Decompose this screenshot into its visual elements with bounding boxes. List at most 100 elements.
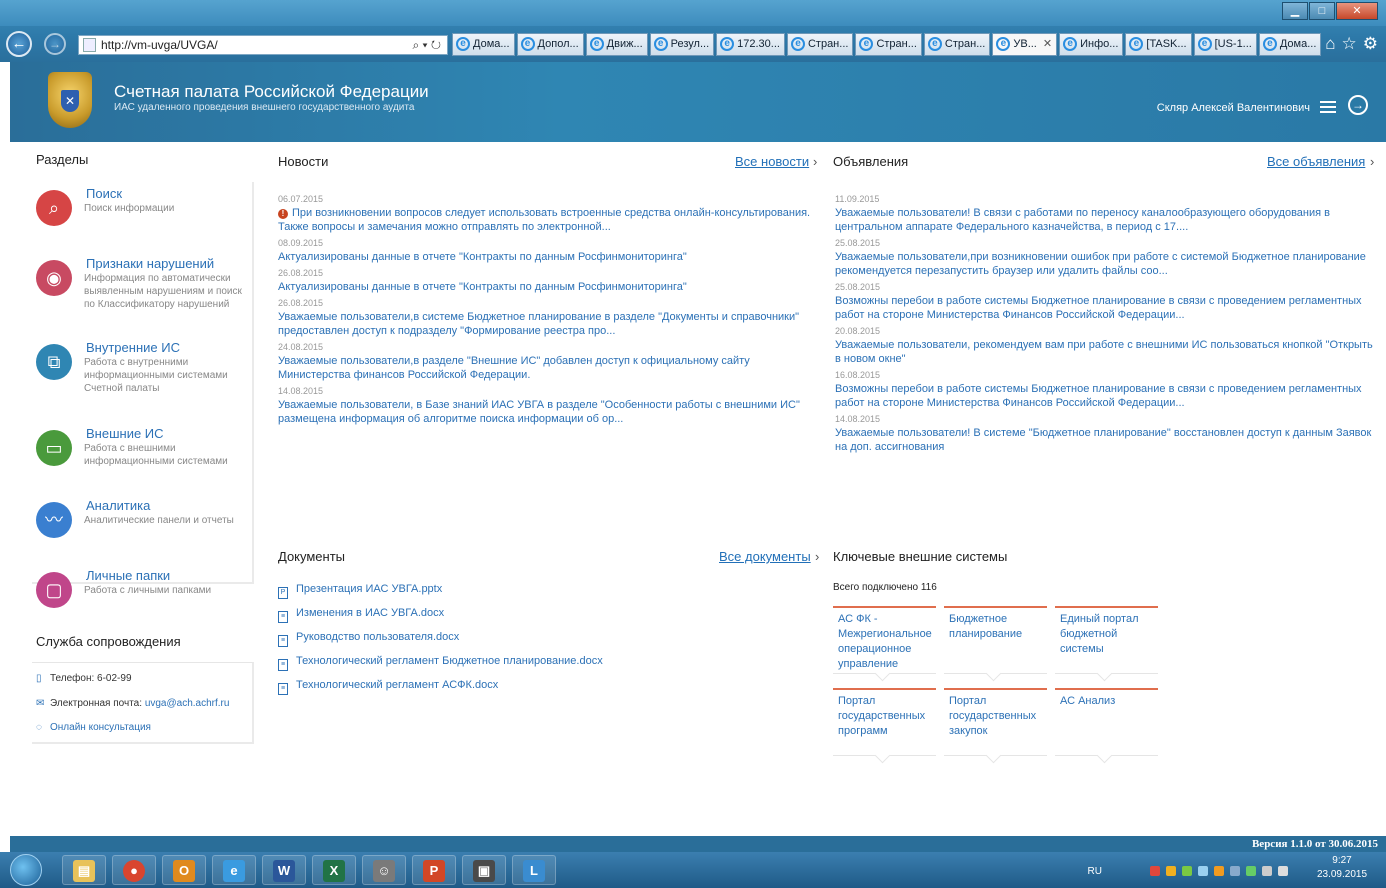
- announcement-item[interactable]: Возможны перебои в работе системы Бюджет…: [835, 294, 1380, 322]
- lync-taskbar-icon[interactable]: L: [512, 855, 556, 885]
- tray-icon[interactable]: [1150, 866, 1160, 876]
- announcement-item[interactable]: Уважаемые пользователи, рекомендуем вам …: [835, 338, 1380, 366]
- email-link[interactable]: uvga@ach.achrf.ru: [145, 698, 230, 709]
- browser-tab[interactable]: e 172.30...: [716, 33, 785, 56]
- excel-taskbar-icon[interactable]: X: [312, 855, 356, 885]
- explorer-taskbar-icon[interactable]: ▤: [62, 855, 106, 885]
- ie-icon: e: [1197, 37, 1212, 51]
- browser-tab[interactable]: e Стран...: [786, 33, 854, 56]
- user-name[interactable]: Скляр Алексей Валентинович: [1157, 102, 1310, 114]
- document-link[interactable]: ≡ Технологический регламент АСФК.docx: [278, 679, 498, 695]
- sidebar-item-title[interactable]: Поиск: [86, 186, 122, 201]
- close-tab-icon[interactable]: ✕: [1043, 38, 1052, 50]
- minimize-button[interactable]: ▁: [1282, 2, 1308, 20]
- news-item[interactable]: Актуализированы данные в отчете "Контрак…: [278, 280, 813, 294]
- item-date: 08.09.2015: [278, 238, 324, 248]
- sidebar-item-title[interactable]: Признаки нарушений: [86, 256, 214, 271]
- all-documents-link[interactable]: Все документы: [719, 549, 811, 564]
- news-item[interactable]: Актуализированы данные в отчете "Контрак…: [278, 250, 813, 264]
- tray-icon[interactable]: [1166, 866, 1176, 876]
- browser-tab[interactable]: e Резул...: [649, 33, 715, 56]
- browser-tab[interactable]: e [TASK...: [1125, 33, 1192, 56]
- ie-icon: e: [859, 37, 874, 51]
- system-tile[interactable]: АС Анализ: [1055, 688, 1158, 756]
- system-tile[interactable]: Бюджетное планирование: [944, 606, 1047, 674]
- all-announcements-link[interactable]: Все объявления: [1267, 154, 1365, 169]
- tray-icon[interactable]: [1246, 866, 1256, 876]
- volume-icon[interactable]: [1278, 866, 1288, 876]
- page-icon: [83, 38, 96, 52]
- menu-icon[interactable]: [1320, 98, 1336, 114]
- app-taskbar-icon[interactable]: ☺: [362, 855, 406, 885]
- announcement-item[interactable]: Возможны перебои в работе системы Бюджет…: [835, 382, 1380, 410]
- browser-tab[interactable]: e Дома...: [1258, 33, 1322, 56]
- browser-tab[interactable]: e Допол...: [516, 33, 584, 56]
- sidebar-item-title[interactable]: Внутренние ИС: [86, 340, 180, 355]
- system-tile[interactable]: Портал государственных программ: [833, 688, 936, 756]
- window-titlebar: ▁ □ ✕: [0, 0, 1386, 26]
- browser-tab[interactable]: e УВ... ✕: [992, 33, 1058, 56]
- system-tile[interactable]: Единый портал бюджетной системы: [1055, 606, 1158, 674]
- item-date: 06.07.2015: [278, 194, 324, 204]
- news-item[interactable]: Уважаемые пользователи,в разделе "Внешни…: [278, 354, 813, 382]
- address-bar[interactable]: http://vm-uvga/UVGA/ ⌕ ▾ ↻: [78, 35, 448, 55]
- sidebar-item-title[interactable]: Внешние ИС: [86, 426, 164, 441]
- sidebar-item-title[interactable]: Личные папки: [86, 568, 170, 583]
- sidebar-item-title[interactable]: Аналитика: [86, 498, 150, 513]
- site-title: Счетная палата Российской Федерации: [114, 82, 429, 101]
- document-link[interactable]: P Презентация ИАС УВГА.pptx: [278, 583, 442, 599]
- document-link[interactable]: ≡ Технологический регламент Бюджетное пла…: [278, 655, 603, 671]
- system-tile[interactable]: Портал государственных закупок: [944, 688, 1047, 756]
- item-date: 25.08.2015: [835, 282, 881, 292]
- browser-tab[interactable]: e Стран...: [855, 33, 922, 56]
- favorites-icon[interactable]: ☆: [1342, 34, 1357, 54]
- ie-icon: e: [1129, 37, 1144, 51]
- language-indicator[interactable]: RU: [1088, 866, 1102, 877]
- maximize-button[interactable]: □: [1309, 2, 1335, 20]
- tray-icon[interactable]: [1182, 866, 1192, 876]
- forward-button[interactable]: →: [44, 33, 66, 55]
- word-taskbar-icon[interactable]: W: [262, 855, 306, 885]
- ie-taskbar-icon[interactable]: e: [212, 855, 256, 885]
- tray-icon[interactable]: [1230, 866, 1240, 876]
- tray-icon[interactable]: [1198, 866, 1208, 876]
- browser-tab[interactable]: e Стран...: [923, 33, 991, 56]
- close-window-button[interactable]: ✕: [1336, 2, 1378, 20]
- reader-taskbar-icon[interactable]: ▣: [462, 855, 506, 885]
- announcement-item[interactable]: Уважаемые пользователи! В системе "Бюдже…: [835, 426, 1380, 454]
- announcement-item[interactable]: Уважаемые пользователи,при возникновении…: [835, 250, 1380, 278]
- emblem-logo: ✕: [48, 72, 92, 128]
- settings-gear-icon[interactable]: ⚙: [1363, 34, 1378, 54]
- chrome-taskbar-icon[interactable]: ●: [112, 855, 156, 885]
- support-online[interactable]: ◌ Онлайн консультация: [36, 722, 151, 733]
- news-item[interactable]: ! При возникновении вопросов следует испо…: [278, 206, 813, 234]
- outlook-taskbar-icon[interactable]: O: [162, 855, 206, 885]
- network-icon[interactable]: [1262, 866, 1272, 876]
- document-link[interactable]: ≡ Изменения в ИАС УВГА.docx: [278, 607, 444, 623]
- browser-tab[interactable]: e Дома...: [452, 33, 515, 56]
- announcement-item[interactable]: Уважаемые пользователи! В связи с работа…: [835, 206, 1380, 234]
- online-consult-link[interactable]: Онлайн консультация: [50, 722, 151, 733]
- news-item[interactable]: Уважаемые пользователи, в Базе знаний ИА…: [278, 398, 813, 426]
- sidebar-item-desc: Информация по автоматически выявленным н…: [84, 273, 242, 310]
- document-link[interactable]: ≡ Руководство пользователя.docx: [278, 631, 459, 647]
- browser-tab[interactable]: e [US-1...: [1193, 33, 1257, 56]
- mail-icon: ✉: [36, 698, 45, 709]
- clock[interactable]: 9:27 23.09.2015: [1310, 854, 1374, 882]
- support-phone: ▯ Телефон: 6-02-99: [36, 673, 132, 684]
- all-news-link[interactable]: Все новости: [735, 154, 809, 169]
- start-button[interactable]: [10, 854, 42, 886]
- powerpoint-taskbar-icon[interactable]: P: [412, 855, 456, 885]
- chevron-right-icon: ›: [813, 154, 818, 169]
- browser-tab[interactable]: e Движ...: [585, 33, 648, 56]
- tray-icon[interactable]: [1214, 866, 1224, 876]
- browser-tab[interactable]: e Инфо...: [1059, 33, 1124, 56]
- system-tile[interactable]: АС ФК - Межрегиональное операционное упр…: [833, 606, 936, 674]
- news-item[interactable]: Уважаемые пользователи,в системе Бюджетн…: [278, 310, 813, 338]
- item-date: 20.08.2015: [835, 326, 881, 336]
- search-refresh-icon[interactable]: ⌕ ▾ ↻: [412, 36, 441, 54]
- home-icon[interactable]: ⌂: [1325, 34, 1335, 54]
- support-email: ✉ Электронная почта: uvga@ach.achrf.ru: [36, 698, 230, 709]
- logout-icon[interactable]: →: [1348, 95, 1368, 115]
- back-button[interactable]: ←: [6, 31, 32, 57]
